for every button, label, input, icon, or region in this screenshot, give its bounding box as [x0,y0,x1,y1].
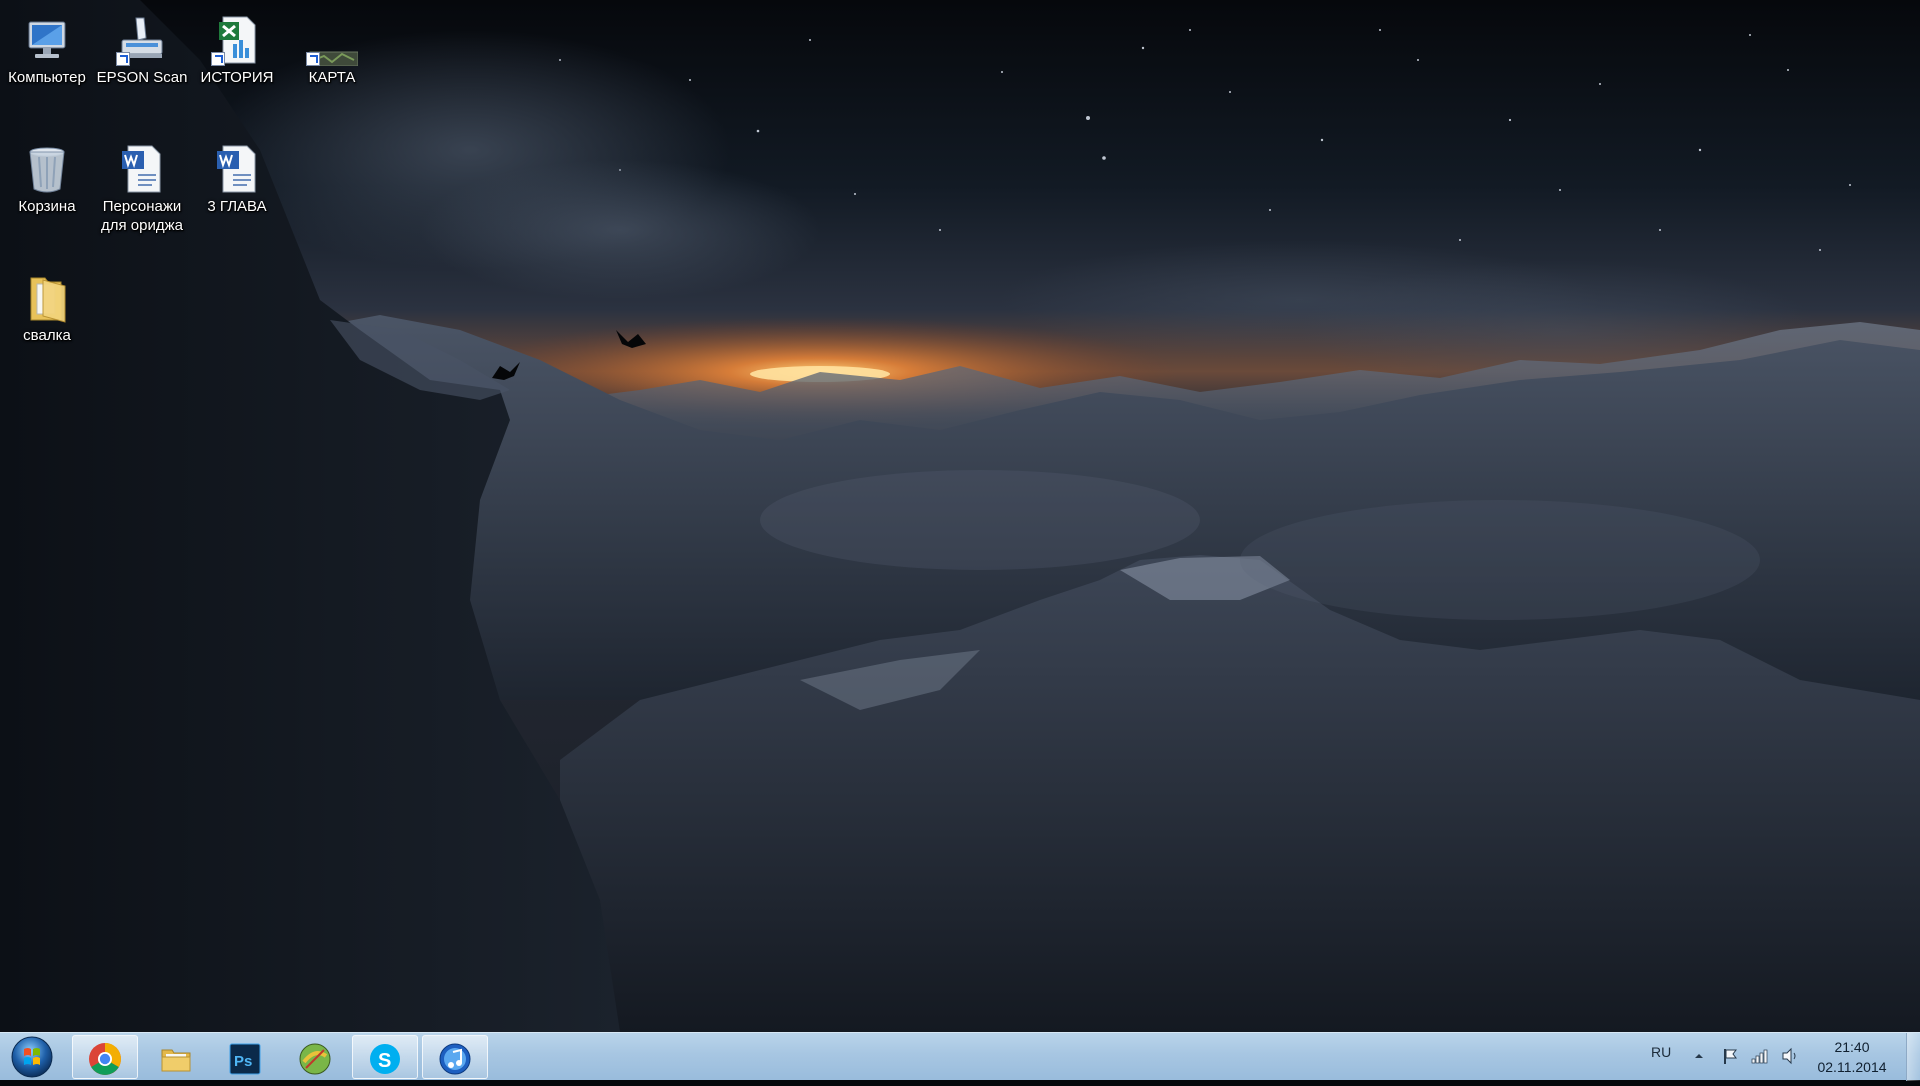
desktop-icon-label: свалка [23,327,71,344]
word-document-icon [211,143,263,195]
speaker-icon [1782,1047,1796,1065]
chevron-up-icon [1695,1054,1703,1058]
language-indicator[interactable]: RU [1651,1044,1671,1060]
explorer-icon [161,1049,191,1072]
taskbar-itunes-button[interactable] [422,1035,488,1079]
desktop-icon-label: КАРТА [308,69,356,86]
system-clock[interactable]: 21:40 02.11.2014 [1812,1037,1892,1077]
wallpaper-mountain-landscape [0,0,1920,1032]
taskbar: Ps S RU 21:40 02.11.2014 [0,1032,1920,1081]
clock-time: 21:40 [1834,1039,1870,1055]
desktop-icon-computer[interactable]: Компьютер [1,8,93,87]
shortcut-arrow-icon [116,52,130,66]
scanner-icon [116,14,168,66]
clock-date: 02.11.2014 [1817,1059,1887,1075]
flag-icon [1724,1049,1737,1064]
desktop-icon-epson-scan[interactable]: EPSON Scan [96,8,188,87]
desktop-icon-label: ИСТОРИЯ [200,69,274,86]
svg-text:S: S [378,1050,391,1072]
shortcut-arrow-icon [211,52,225,66]
taskbar-game-button[interactable] [282,1035,348,1079]
taskbar-explorer-button[interactable] [143,1035,209,1079]
folder-icon [21,272,73,324]
desktop-icon-label: Компьютер [8,69,86,86]
photoshop-icon: Ps [229,1043,261,1075]
itunes-icon [439,1043,471,1075]
desktop-icon-recycle-bin[interactable]: Корзина [1,137,93,216]
word-document-icon [116,143,168,195]
recycle-bin-icon [21,143,73,195]
network-tray-button[interactable] [1749,1046,1769,1066]
show-hidden-icons-button[interactable] [1692,1049,1706,1063]
action-center-tray-button[interactable] [1720,1046,1740,1066]
desktop-icon-label: Персонажи для ориджа [101,198,183,234]
computer-icon [21,14,73,66]
network-signal-icon [1751,1049,1768,1064]
taskbar-photoshop-button[interactable]: Ps [212,1035,278,1079]
desktop-icon-label: Корзина [18,198,76,215]
taskbar-chrome-button[interactable] [72,1035,138,1079]
skype-icon: S [370,1044,400,1074]
volume-tray-button[interactable] [1780,1046,1800,1066]
start-button[interactable] [0,1033,64,1081]
show-desktop-button[interactable] [1906,1033,1920,1081]
desktop-icon-chapter-3-doc[interactable]: 3 ГЛАВА [191,137,283,216]
desktop-icon-history[interactable]: ИСТОРИЯ [191,8,283,87]
desktop-icon-map[interactable]: КАРТА [286,8,378,87]
desktop-icon-label: 3 ГЛАВА [207,198,267,215]
desktop-icon-svalka-folder[interactable]: свалка [1,266,93,345]
game-icon [299,1043,331,1075]
shortcut-arrow-icon [306,52,320,66]
svg-text:Ps: Ps [234,1053,252,1070]
excel-file-icon [211,14,263,66]
desktop-icon-characters-doc[interactable]: Персонажи для ориджа [96,137,188,235]
desktop-icon-label: EPSON Scan [96,69,188,86]
image-file-icon [306,14,359,67]
desktop-wallpaper [0,0,1920,1032]
windows-orb-icon [11,1036,53,1078]
taskbar-skype-button[interactable]: S [352,1035,418,1079]
chrome-icon [89,1043,121,1075]
